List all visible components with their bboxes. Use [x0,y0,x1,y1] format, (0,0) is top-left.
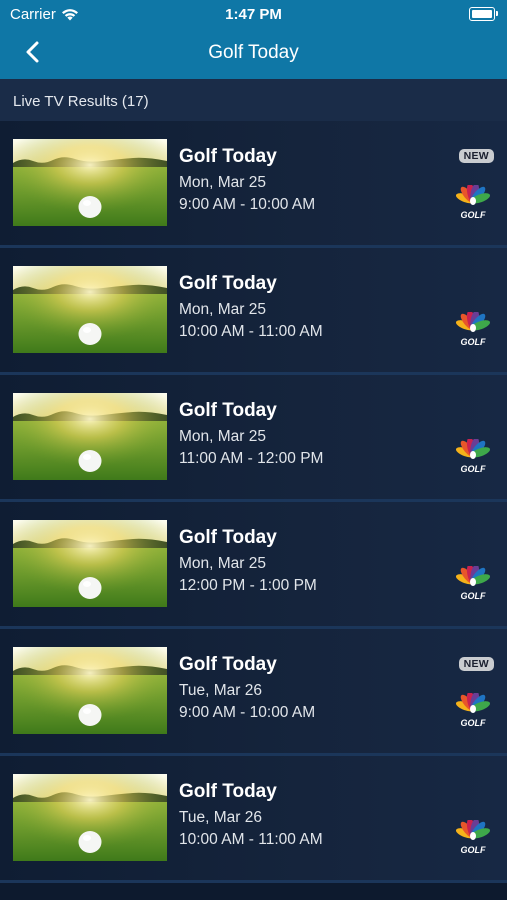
program-info: Golf Today Tue, Mar 26 10:00 AM - 11:00 … [179,781,323,851]
program-date: Mon, Mar 25 [179,428,267,445]
program-thumbnail [13,139,167,226]
program-time: 11:00 AM - 12:00 PM [179,450,324,467]
program-thumbnail [13,774,167,861]
program-time: 9:00 AM - 10:00 AM [179,704,316,721]
program-info: Golf Today Mon, Mar 25 10:00 AM - 11:00 … [179,273,323,343]
network-logo-icon: GOLF [453,818,493,856]
svg-text:GOLF: GOLF [461,591,486,601]
status-bar: Carrier 1:47 PM [0,0,507,28]
svg-text:GOLF: GOLF [461,845,486,855]
program-title: Golf Today [179,654,277,675]
program-time: 9:00 AM - 10:00 AM [179,196,316,213]
results-count: Live TV Results (17) [0,79,507,121]
list-item[interactable]: Golf Today Mon, Mar 25 12:00 PM - 1:00 P… [0,502,507,629]
program-info: Golf Today Mon, Mar 25 12:00 PM - 1:00 P… [179,527,317,597]
program-thumbnail [13,647,167,734]
program-time: 10:00 AM - 11:00 AM [179,323,323,340]
program-time: 12:00 PM - 1:00 PM [179,577,317,594]
list-item[interactable]: Golf Today Mon, Mar 25 10:00 AM - 11:00 … [0,248,507,375]
program-thumbnail [13,266,167,353]
network-logo-icon: GOLF [453,691,493,729]
program-thumbnail [13,520,167,607]
list-item[interactable]: Golf Today Tue, Mar 26 9:00 AM - 10:00 A… [0,629,507,756]
nav-bar: Golf Today [0,28,507,79]
program-date: Tue, Mar 26 [179,809,262,826]
network-logo-icon: GOLF [453,437,493,475]
svg-text:GOLF: GOLF [461,210,486,220]
new-badge: NEW [458,149,494,163]
list-item[interactable]: Golf Today Tue, Mar 26 10:00 AM - 11:00 … [0,756,507,883]
svg-text:GOLF: GOLF [461,337,486,347]
program-thumbnail [13,393,167,480]
program-info: Golf Today Mon, Mar 25 9:00 AM - 10:00 A… [179,146,315,216]
svg-text:GOLF: GOLF [461,464,486,474]
program-date: Mon, Mar 25 [179,174,267,191]
program-time: 10:00 AM - 11:00 AM [179,831,323,848]
list-item[interactable]: Golf Today Mon, Mar 25 11:00 AM - 12:00 … [0,375,507,502]
program-date: Mon, Mar 25 [179,301,267,318]
program-title: Golf Today [179,273,277,294]
status-time: 1:47 PM [225,6,282,23]
app-header: Carrier 1:47 PM Golf Today [0,0,507,79]
program-date: Mon, Mar 25 [179,555,267,572]
program-info: Golf Today Mon, Mar 25 11:00 AM - 12:00 … [179,400,323,470]
program-date: Tue, Mar 26 [179,682,262,699]
results-list: Golf Today Mon, Mar 25 9:00 AM - 10:00 A… [0,121,507,883]
program-title: Golf Today [179,527,277,548]
page-title: Golf Today [208,42,299,63]
svg-text:GOLF: GOLF [461,718,486,728]
program-title: Golf Today [179,400,277,421]
list-item[interactable]: Golf Today Mon, Mar 25 9:00 AM - 10:00 A… [0,121,507,248]
network-logo-icon: GOLF [453,183,493,221]
program-title: Golf Today [179,146,277,167]
program-title: Golf Today [179,781,277,802]
network-logo-icon: GOLF [453,310,493,348]
program-info: Golf Today Tue, Mar 26 9:00 AM - 10:00 A… [179,654,315,724]
network-logo-icon: GOLF [453,564,493,602]
new-badge: NEW [458,657,494,671]
battery-icon [469,7,498,21]
